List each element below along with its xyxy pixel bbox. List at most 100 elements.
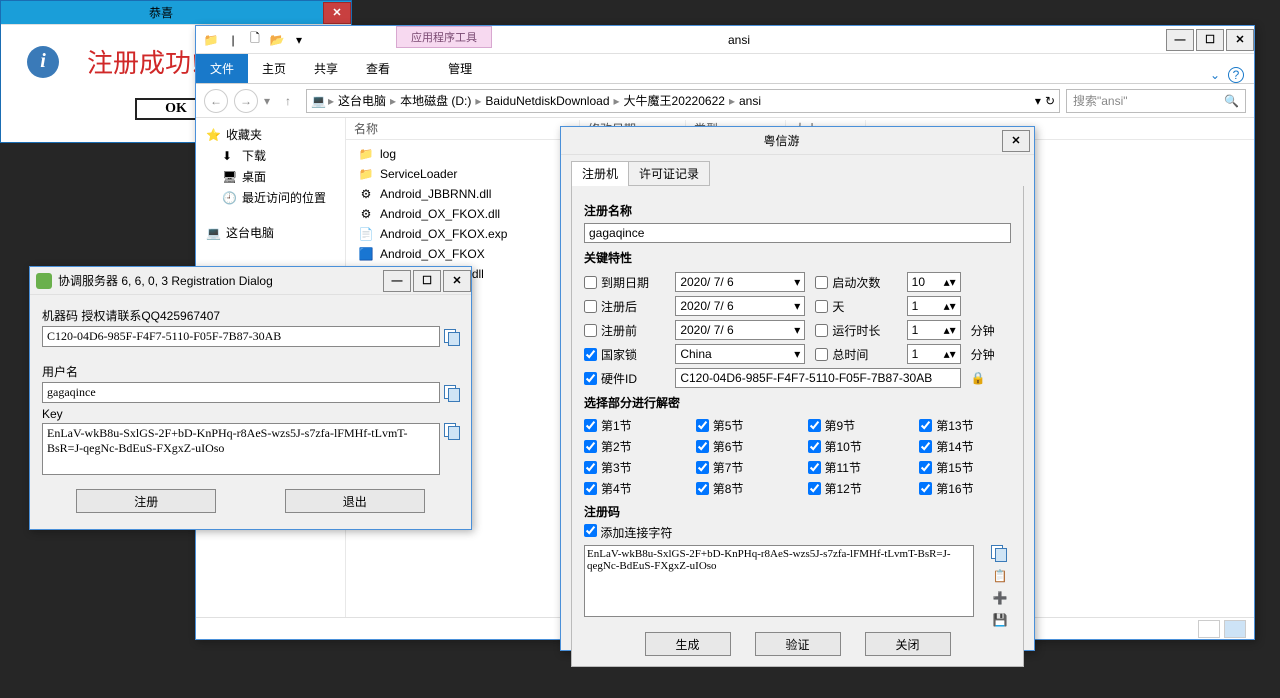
verify-button[interactable]: 验证 — [755, 632, 841, 656]
after-checkbox[interactable]: 注册后 — [584, 298, 665, 315]
generate-button[interactable]: 生成 — [645, 632, 731, 656]
msgbox-titlebar[interactable]: 恭喜 ✕ — [1, 1, 351, 25]
addr-dropdown-icon[interactable]: ▾ — [1035, 94, 1041, 108]
after-date[interactable]: 2020/ 7/ 6▾ — [675, 296, 805, 316]
minimize-button[interactable]: — — [383, 270, 411, 292]
search-input[interactable]: 搜索"ansi" 🔍 — [1066, 89, 1246, 113]
startcount-checkbox[interactable]: 启动次数 — [815, 274, 896, 291]
section-checkbox[interactable]: 第12节 — [808, 480, 900, 497]
minimize-button[interactable]: — — [1166, 29, 1194, 51]
paste-icon[interactable]: 📋 — [991, 567, 1009, 585]
ribbon-home[interactable]: 主页 — [248, 54, 300, 83]
section-checkbox[interactable]: 第16节 — [919, 480, 1011, 497]
concat-checkbox[interactable]: 添加连接字符 — [584, 526, 672, 540]
nav-downloads[interactable]: ⬇下载 — [204, 145, 337, 166]
copy-icon[interactable] — [444, 423, 459, 439]
keygen-titlebar[interactable]: 粤信游 ✕ — [561, 127, 1034, 155]
copy-icon[interactable] — [991, 545, 1009, 563]
save-icon[interactable]: 💾 — [991, 611, 1009, 629]
breadcrumb-item[interactable]: 本地磁盘 (D:) — [398, 92, 473, 109]
startcount-num[interactable]: 10▴▾ — [907, 272, 961, 292]
days-num[interactable]: 1▴▾ — [907, 296, 961, 316]
key-input[interactable]: EnLaV-wkB8u-SxlGS-2F+bD-KnPHq-r8AeS-wzs5… — [42, 423, 440, 475]
view-details-icon[interactable] — [1198, 620, 1220, 638]
country-checkbox[interactable]: 国家锁 — [584, 346, 665, 363]
section-checkbox[interactable]: 第11节 — [808, 459, 900, 476]
lock-icon[interactable]: 🔒 — [971, 371, 1011, 385]
section-checkbox[interactable]: 第13节 — [919, 417, 1011, 434]
add-icon[interactable]: ➕ — [991, 589, 1009, 607]
section-checkbox[interactable]: 第1节 — [584, 417, 676, 434]
runtime-checkbox[interactable]: 运行时长 — [815, 322, 896, 339]
calendar-icon[interactable]: ▾ — [794, 275, 800, 289]
nav-forward-button[interactable]: → — [234, 89, 258, 113]
breadcrumb-item[interactable]: ansi — [737, 94, 763, 108]
section-checkbox[interactable]: 第10节 — [808, 438, 900, 455]
nav-recent[interactable]: 🕘最近访问的位置 — [204, 187, 337, 208]
search-icon[interactable]: 🔍 — [1224, 94, 1239, 108]
country-select[interactable]: China▾ — [675, 344, 805, 364]
ribbon-file[interactable]: 文件 — [196, 54, 248, 83]
breadcrumb-item[interactable]: 这台电脑 — [336, 92, 388, 109]
app-tools-tab[interactable]: 应用程序工具 — [396, 26, 492, 48]
section-checkbox[interactable]: 第14节 — [919, 438, 1011, 455]
ribbon-view[interactable]: 查看 — [352, 54, 404, 83]
section-checkbox[interactable]: 第4节 — [584, 480, 676, 497]
breadcrumb-item[interactable]: BaiduNetdiskDownload — [483, 94, 611, 108]
nav-up-button[interactable]: ↑ — [276, 89, 300, 113]
ribbon-manage[interactable]: 管理 — [434, 54, 486, 83]
col-name[interactable]: 名称 — [346, 120, 580, 137]
maximize-button[interactable]: ☐ — [1196, 29, 1224, 51]
nav-back-button[interactable]: ← — [204, 89, 228, 113]
copy-icon[interactable] — [444, 329, 459, 345]
ribbon-expand-icon[interactable]: ⌄ — [1210, 68, 1220, 82]
section-checkbox[interactable]: 第15节 — [919, 459, 1011, 476]
maximize-button[interactable]: ☐ — [413, 270, 441, 292]
close-button[interactable]: ✕ — [1002, 130, 1030, 152]
close-button[interactable]: ✕ — [323, 2, 351, 24]
nav-history-icon[interactable]: ▾ — [264, 94, 270, 108]
section-checkbox[interactable]: 第5节 — [696, 417, 788, 434]
section-checkbox[interactable]: 第9节 — [808, 417, 900, 434]
qat-dropdown-icon[interactable]: ▾ — [290, 31, 308, 49]
username-input[interactable] — [42, 382, 440, 403]
days-checkbox[interactable]: 天 — [815, 298, 896, 315]
hwid-input[interactable] — [675, 368, 960, 388]
nav-thispc[interactable]: 💻这台电脑 — [204, 222, 337, 243]
totaltime-checkbox[interactable]: 总时间 — [815, 346, 896, 363]
before-checkbox[interactable]: 注册前 — [584, 322, 665, 339]
expiry-date[interactable]: 2020/ 7/ 6▾ — [675, 272, 805, 292]
hwid-checkbox[interactable]: 硬件ID — [584, 370, 665, 387]
regcode-output[interactable]: EnLaV-wkB8u-SxlGS-2F+bD-KnPHq-r8AeS-wzs5… — [584, 545, 974, 617]
tab-license[interactable]: 许可证记录 — [628, 161, 710, 186]
section-checkbox[interactable]: 第3节 — [584, 459, 676, 476]
newfolder-icon[interactable]: 📂 — [268, 31, 286, 49]
refresh-icon[interactable]: ↻ — [1045, 94, 1055, 108]
close-button[interactable]: 关闭 — [865, 632, 951, 656]
machine-code-input[interactable] — [42, 326, 440, 347]
register-button[interactable]: 注册 — [76, 489, 216, 513]
regname-input[interactable] — [584, 223, 1011, 243]
section-checkbox[interactable]: 第6节 — [696, 438, 788, 455]
section-checkbox[interactable]: 第8节 — [696, 480, 788, 497]
help-icon[interactable]: ? — [1228, 67, 1244, 83]
expiry-checkbox[interactable]: 到期日期 — [584, 274, 665, 291]
calendar-icon[interactable]: ▾ — [794, 299, 800, 313]
section-checkbox[interactable]: 第7节 — [696, 459, 788, 476]
runtime-num[interactable]: 1▴▾ — [907, 320, 961, 340]
tab-register[interactable]: 注册机 — [571, 161, 629, 186]
breadcrumb[interactable]: 💻▸ 这台电脑▸ 本地磁盘 (D:)▸ BaiduNetdiskDownload… — [306, 89, 1060, 113]
close-button[interactable]: ✕ — [443, 270, 471, 292]
properties-icon[interactable]: 🗋 — [246, 31, 264, 49]
totaltime-num[interactable]: 1▴▾ — [907, 344, 961, 364]
nav-favorites[interactable]: ⭐收藏夹 — [204, 124, 337, 145]
copy-icon[interactable] — [444, 385, 459, 401]
breadcrumb-item[interactable]: 大牛魔王20220622 — [622, 92, 727, 109]
regdlg-titlebar[interactable]: 协调服务器 6, 6, 0, 3 Registration Dialog — ☐… — [30, 267, 471, 295]
explorer-titlebar[interactable]: 📁 | 🗋 📂 ▾ 应用程序工具 ansi — ☐ ✕ — [196, 26, 1254, 54]
section-checkbox[interactable]: 第2节 — [584, 438, 676, 455]
before-date[interactable]: 2020/ 7/ 6▾ — [675, 320, 805, 340]
ribbon-share[interactable]: 共享 — [300, 54, 352, 83]
chevron-down-icon[interactable]: ▾ — [794, 347, 800, 361]
exit-button[interactable]: 退出 — [285, 489, 425, 513]
